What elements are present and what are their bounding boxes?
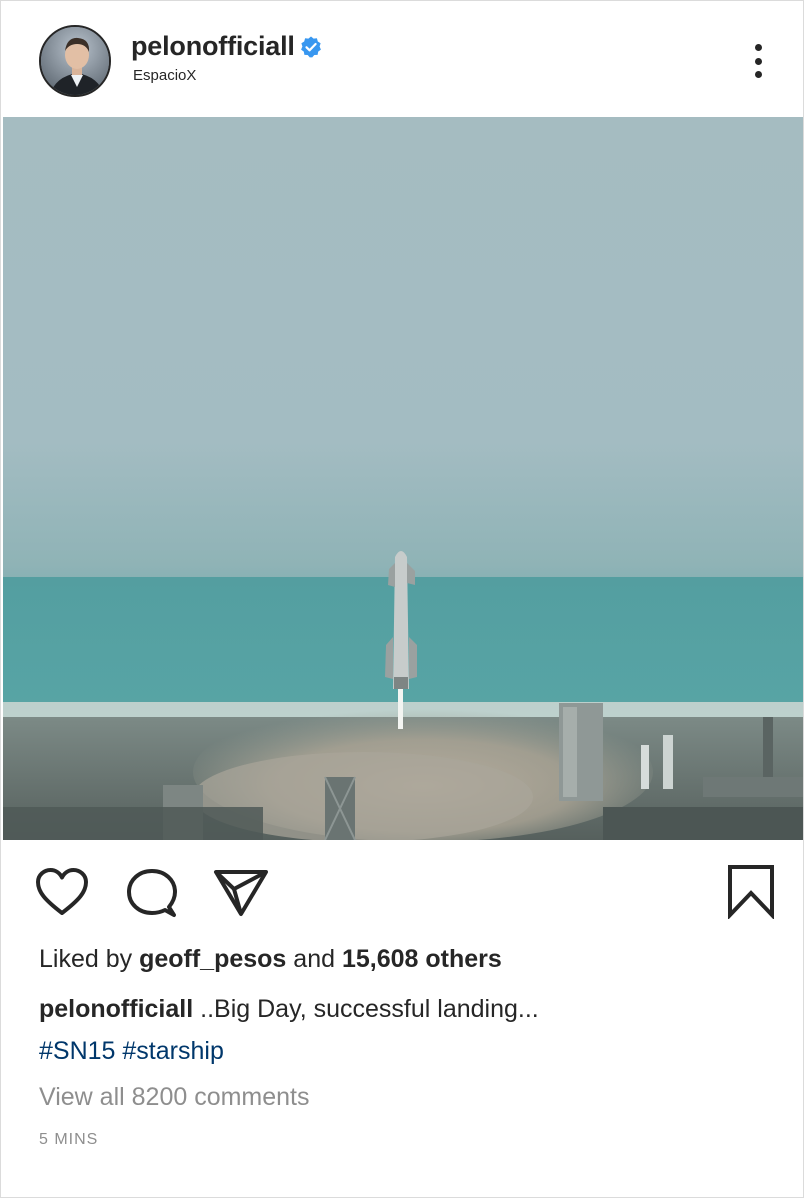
hashtag-link[interactable]: #SN15	[39, 1037, 115, 1065]
more-dot	[754, 44, 762, 51]
bookmark-icon[interactable]	[725, 863, 777, 919]
more-options-icon[interactable]	[745, 41, 771, 81]
post-caption: pelonofficiall ..Big Day, successful lan…	[39, 995, 539, 1024]
view-comments-link[interactable]: View all 8200 comments	[39, 1083, 310, 1112]
caption-text: ..Big Day, successful landing...	[200, 995, 539, 1023]
avatar[interactable]	[39, 25, 111, 97]
caption-username[interactable]: pelonofficiall	[39, 995, 193, 1023]
location-label[interactable]: EspacioX	[133, 67, 196, 84]
likes-joiner: and	[293, 945, 336, 973]
comment-icon[interactable]	[125, 867, 179, 919]
paper-plane-icon[interactable]	[213, 867, 269, 917]
more-dot	[754, 71, 762, 78]
more-dot	[754, 57, 762, 65]
action-bar	[1, 861, 803, 923]
likes-prefix: Liked by	[39, 945, 133, 973]
liked-by-user-link[interactable]: geoff_pesos	[139, 945, 286, 973]
hashtag-row: #SN15 #starship	[39, 1037, 224, 1066]
verified-badge-icon	[299, 35, 323, 59]
post-header: pelonofficiall EspacioX	[1, 1, 803, 117]
post-image[interactable]	[3, 117, 803, 840]
username[interactable]: pelonofficiall	[131, 31, 295, 62]
post-card: pelonofficiall EspacioX Liked by geoff_p…	[0, 0, 804, 1198]
likes-count-link[interactable]: 15,608 others	[342, 945, 502, 973]
hashtag-link[interactable]: #starship	[122, 1037, 223, 1065]
username-row: pelonofficiall	[131, 31, 323, 62]
post-timestamp: 5 MINS	[39, 1131, 99, 1148]
heart-icon[interactable]	[35, 867, 89, 917]
likes-summary: Liked by geoff_pesos and 15,608 others	[39, 945, 502, 974]
